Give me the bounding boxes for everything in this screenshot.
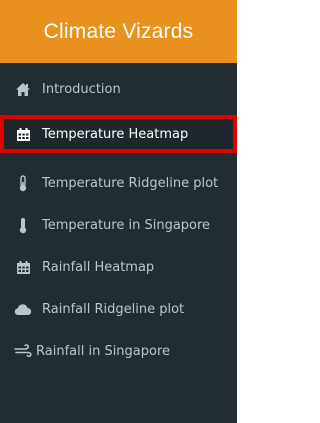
sidebar-item-label: Temperature Ridgeline plot bbox=[42, 175, 219, 191]
app-title: Climate Vizards bbox=[43, 19, 194, 43]
calendar-icon bbox=[14, 125, 32, 143]
thermometer-half-icon bbox=[14, 174, 32, 192]
sidebar-item-temperature-singapore[interactable]: Temperature in Singapore bbox=[0, 206, 237, 244]
sidebar-item-introduction[interactable]: Introduction bbox=[0, 70, 237, 108]
calendar-icon bbox=[14, 258, 32, 276]
sidebar-item-temperature-heatmap[interactable]: Temperature Heatmap bbox=[0, 115, 237, 153]
sidebar-item-label: Rainfall Ridgeline plot bbox=[42, 301, 185, 317]
cloud-icon bbox=[14, 300, 32, 318]
sidebar-item-rainfall-singapore[interactable]: Rainfall in Singapore bbox=[0, 332, 237, 370]
app-header: Climate Vizards bbox=[0, 0, 237, 63]
sidebar-item-rainfall-ridgeline[interactable]: Rainfall Ridgeline plot bbox=[0, 290, 237, 328]
sidebar-item-label: Rainfall in Singapore bbox=[36, 343, 171, 359]
sidebar-item-label: Temperature in Singapore bbox=[42, 217, 211, 233]
sidebar-item-label: Temperature Heatmap bbox=[42, 126, 189, 142]
wind-icon bbox=[14, 342, 32, 360]
sidebar-item-temperature-ridgeline[interactable]: Temperature Ridgeline plot bbox=[0, 164, 237, 202]
home-icon bbox=[14, 80, 32, 98]
thermometer-full-icon bbox=[14, 216, 32, 234]
sidebar-item-label: Rainfall Heatmap bbox=[42, 259, 155, 275]
page-background-strip bbox=[237, 0, 245, 423]
sidebar-item-rainfall-heatmap[interactable]: Rainfall Heatmap bbox=[0, 248, 237, 286]
sidebar-menu: Introduction Temperature Heatmap Tempera… bbox=[0, 63, 237, 423]
sidebar-item-label: Introduction bbox=[42, 81, 121, 97]
app-root: Climate Vizards Introduction Temperature… bbox=[0, 0, 245, 423]
